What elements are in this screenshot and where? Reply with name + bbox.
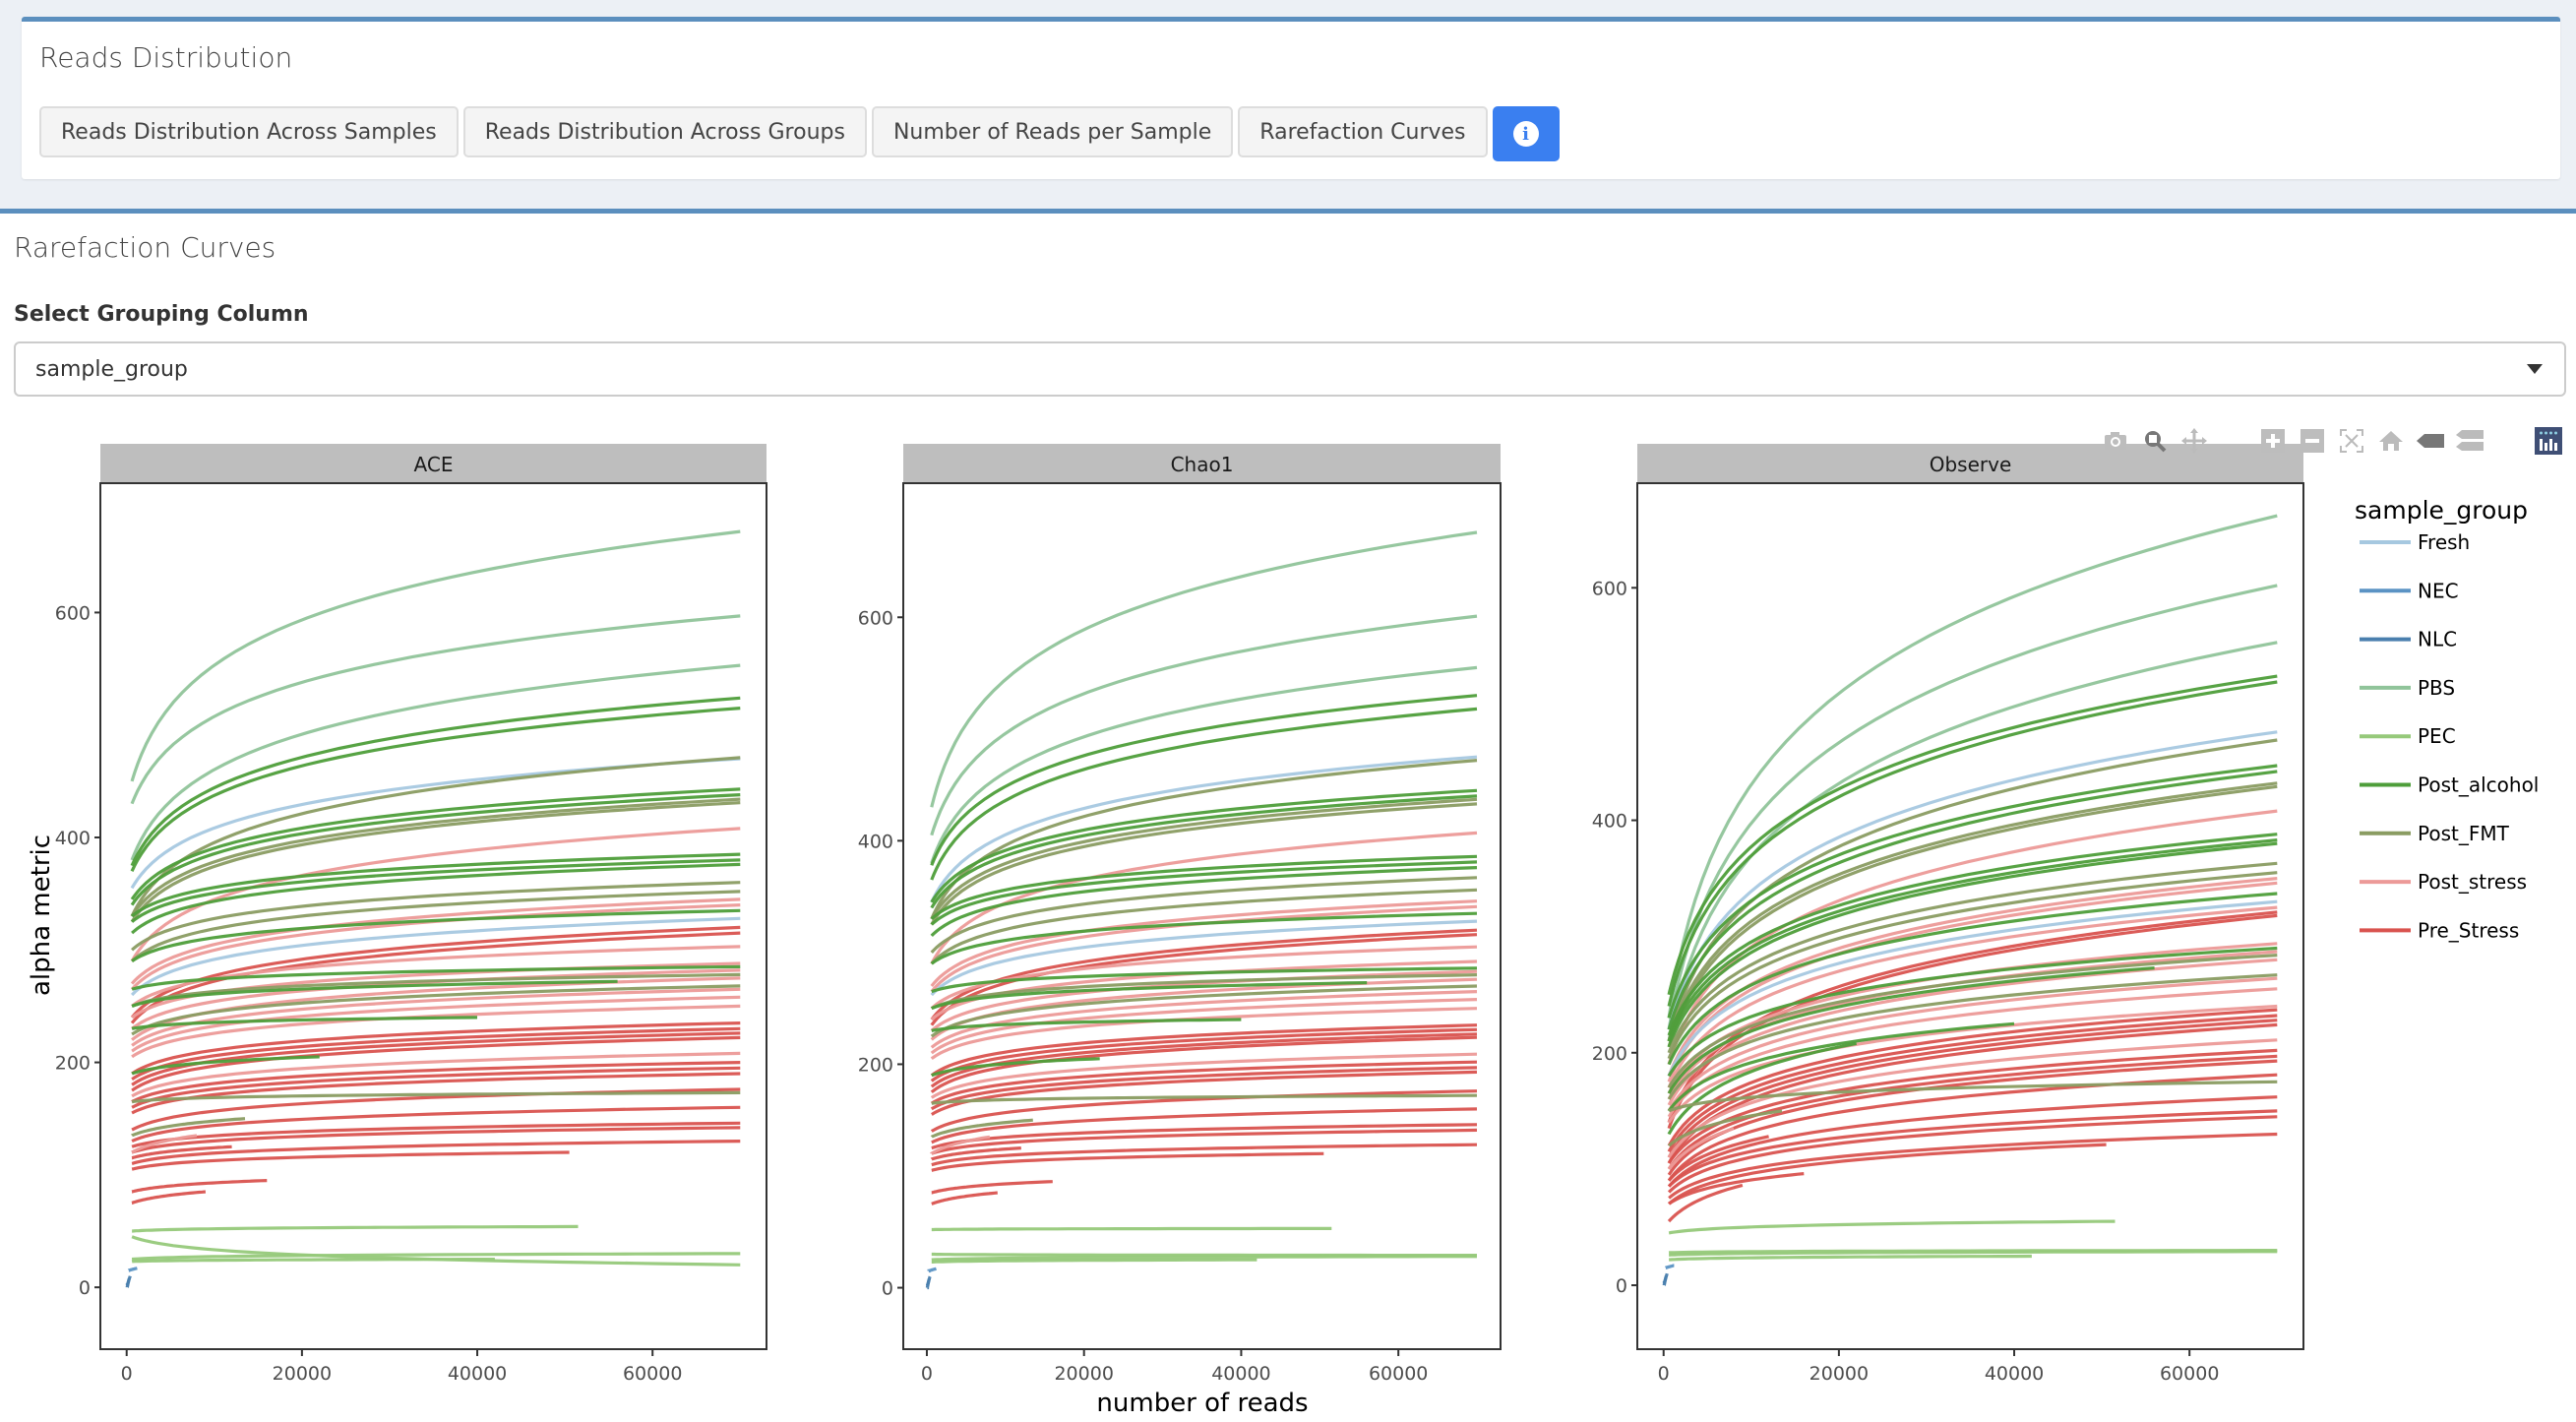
rarefaction-chart: ACE02004006000 20000 40000 60000Chao1020040…	[27, 444, 2539, 1417]
x-tick-label: 40000	[1211, 1363, 1270, 1385]
curve-nlc	[125, 1277, 131, 1288]
facet-strip-label: Observe	[1930, 453, 2012, 476]
legend-label-pec: PEC	[2418, 724, 2456, 748]
legend-title: sample_group	[2355, 496, 2528, 525]
y-tick-label: 200	[1592, 1043, 1627, 1065]
camera-icon[interactable]	[2096, 425, 2135, 457]
x-tick-label: 20000	[1054, 1363, 1113, 1385]
hover-closest-icon[interactable]	[2411, 425, 2450, 457]
home-icon[interactable]	[2371, 425, 2411, 457]
autoscale-icon[interactable]	[2332, 425, 2371, 457]
zoom-out-icon[interactable]	[2293, 425, 2332, 457]
y-tick-label: 200	[858, 1054, 893, 1076]
y-tick-label: 200	[55, 1053, 91, 1075]
curve-nec	[927, 1267, 938, 1273]
x-tick-label: 60000	[2160, 1363, 2219, 1385]
plotly-logo-icon[interactable]	[2529, 425, 2568, 457]
y-tick-label: 600	[858, 607, 893, 629]
y-tick-label: 0	[882, 1278, 893, 1300]
x-tick-label: 0	[1658, 1363, 1670, 1385]
y-tick-label: 400	[1592, 811, 1627, 833]
curve-nec	[127, 1267, 138, 1272]
curve-nlc	[1662, 1275, 1668, 1286]
legend-label-pre_stress: Pre_Stress	[2418, 918, 2519, 942]
x-tick-label: 0	[921, 1363, 933, 1385]
y-tick-label: 400	[55, 828, 91, 849]
x-tick-label: 20000	[273, 1363, 332, 1385]
zoom-icon[interactable]	[2135, 425, 2175, 457]
x-tick-label: 60000	[623, 1363, 682, 1385]
legend-label-post_stress: Post_stress	[2418, 870, 2527, 894]
y-axis-title: alpha metric	[27, 835, 56, 996]
legend-label-post_fmt: Post_FMT	[2418, 822, 2510, 845]
x-tick-label: 0	[121, 1363, 133, 1385]
curve-pec	[931, 1226, 1332, 1232]
y-tick-label: 600	[55, 602, 91, 624]
legend-label-nlc: NLC	[2418, 628, 2457, 651]
legend-label-pbs: PBS	[2418, 676, 2455, 700]
x-tick-label: 40000	[1985, 1363, 2044, 1385]
curve-nlc	[925, 1278, 931, 1290]
legend-label-nec: NEC	[2418, 579, 2459, 602]
x-tick-label: 20000	[1809, 1363, 1869, 1385]
pan-icon[interactable]	[2175, 425, 2214, 457]
facet-strip-label: ACE	[414, 453, 454, 476]
y-tick-label: 0	[79, 1277, 91, 1299]
zoom-in-icon[interactable]	[2253, 425, 2293, 457]
x-tick-label: 40000	[448, 1363, 507, 1385]
y-tick-label: 600	[1592, 578, 1627, 599]
plot-modebar	[2096, 423, 2576, 459]
legend-label-post_alcohol: Post_alcohol	[2418, 773, 2539, 797]
x-axis-title: number of reads	[1096, 1389, 1308, 1417]
facet-strip-label: Chao1	[1171, 453, 1234, 476]
y-tick-label: 0	[1616, 1275, 1627, 1297]
y-tick-label: 400	[858, 831, 893, 852]
legend-label-fresh: Fresh	[2418, 530, 2470, 554]
hover-compare-icon[interactable]	[2450, 425, 2489, 457]
x-tick-label: 60000	[1369, 1363, 1428, 1385]
